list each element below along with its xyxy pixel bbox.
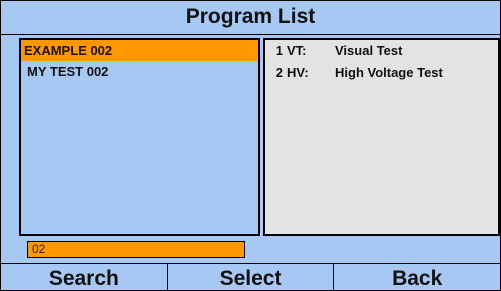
step-description: Visual Test [335, 43, 403, 58]
page-title: Program List [185, 5, 316, 28]
program-name: EXAMPLE 002 [24, 43, 113, 58]
select-button[interactable]: Select [168, 264, 335, 290]
step-code: HV: [287, 65, 309, 80]
step-code: VT: [287, 43, 307, 58]
title-divider [1, 34, 500, 35]
step-description: High Voltage Test [335, 65, 443, 80]
search-button[interactable]: Search [1, 264, 168, 290]
test-step-row: 1 VT: Visual Test [265, 40, 498, 62]
test-steps-panel: 1 VT: Visual Test 2 HV: High Voltage Test [263, 38, 500, 236]
back-button[interactable]: Back [334, 264, 500, 290]
program-name: MY TEST 002 [27, 64, 109, 79]
step-number: 1 [275, 43, 283, 58]
softkey-bar: Search Select Back [1, 263, 500, 290]
test-step-row: 2 HV: High Voltage Test [265, 62, 498, 84]
program-list-item-selected[interactable]: EXAMPLE 002 [21, 40, 258, 61]
step-number: 2 [275, 65, 283, 80]
program-list-screen: Program List EXAMPLE 002 MY TEST 002 1 VT… [0, 0, 501, 291]
program-list-item[interactable]: MY TEST 002 [21, 61, 258, 82]
search-input[interactable]: 02 [27, 241, 245, 258]
program-list-panel[interactable]: EXAMPLE 002 MY TEST 002 [19, 38, 260, 236]
